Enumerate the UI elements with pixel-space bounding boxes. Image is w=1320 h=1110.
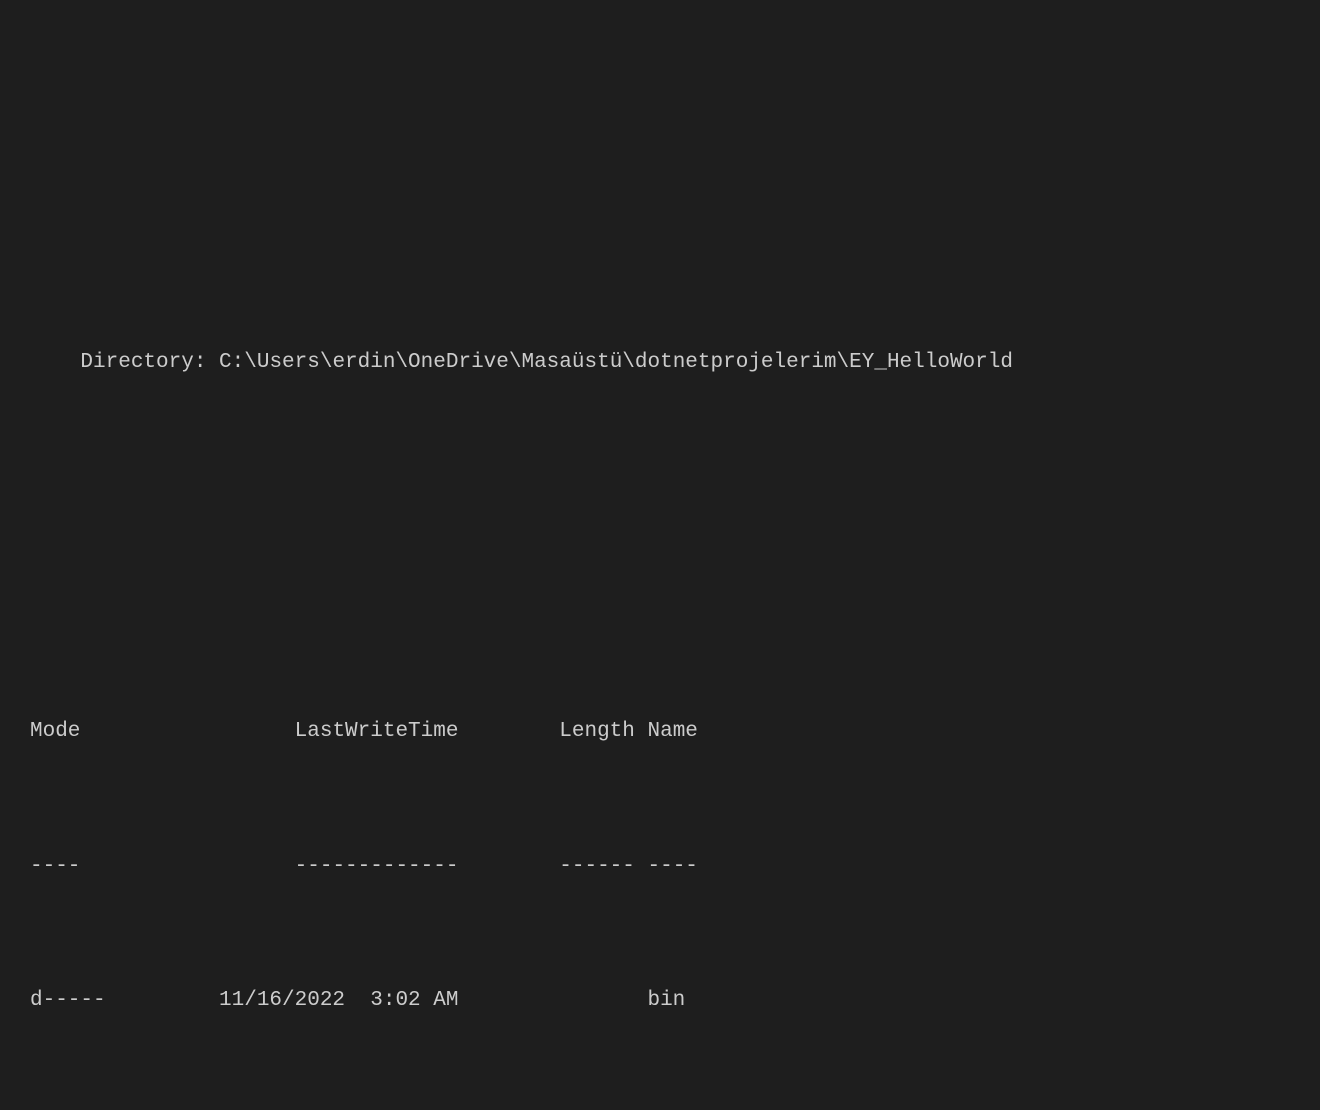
cell-time: 3:02 AM xyxy=(358,984,471,1018)
table-header: Mode LastWriteTime Length Name xyxy=(30,715,1290,749)
blank-line xyxy=(30,581,1290,615)
underline-name: ---- xyxy=(647,850,1290,884)
table-underline: ---- ------------- ------ ---- xyxy=(30,850,1290,884)
underline-mode: ---- xyxy=(30,850,131,884)
cell-date: 11/16/2022 xyxy=(131,984,358,1018)
terminal-output[interactable]: Directory: C:\Users\erdin\OneDrive\Masaü… xyxy=(30,10,1290,1110)
header-mode: Mode xyxy=(30,715,131,749)
blank-line xyxy=(30,212,1290,246)
header-length: Length xyxy=(471,715,647,749)
directory-path: C:\Users\erdin\OneDrive\Masaüstü\dotnetp… xyxy=(219,351,1013,374)
underline-lastwritetime: ------------- xyxy=(131,850,471,884)
cell-length xyxy=(471,984,647,1018)
table-row: d----- 11/16/2022 3:02 AM bin xyxy=(30,984,1290,1018)
header-name: Name xyxy=(647,715,1290,749)
underline-length: ------ xyxy=(471,850,647,884)
cell-mode: d----- xyxy=(30,984,131,1018)
directory-label: Directory: xyxy=(80,351,219,374)
blank-line xyxy=(30,111,1290,145)
header-lastwritetime: LastWriteTime xyxy=(131,715,471,749)
blank-line xyxy=(30,480,1290,514)
cell-name: bin xyxy=(647,984,1290,1018)
directory-line: Directory: C:\Users\erdin\OneDrive\Masaü… xyxy=(30,346,1290,380)
